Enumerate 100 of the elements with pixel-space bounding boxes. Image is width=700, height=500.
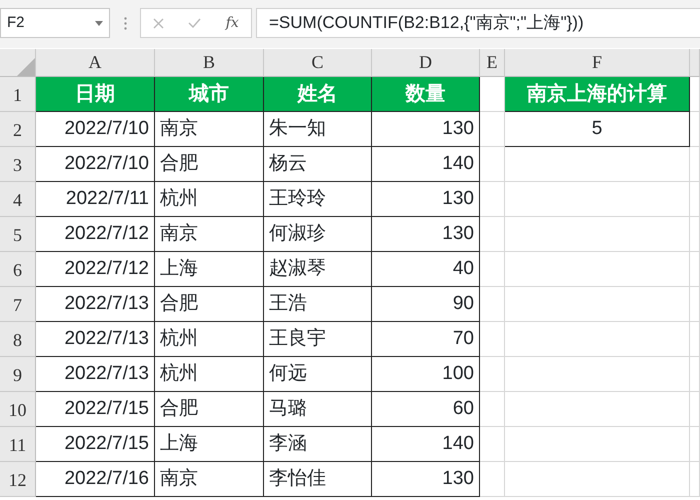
empty-cell[interactable] [505,252,690,287]
table-cell[interactable]: 130 [372,182,480,217]
cancel-icon[interactable] [153,18,164,28]
row-header[interactable]: 7 [0,287,36,322]
empty-cell[interactable] [690,322,700,357]
empty-cell[interactable] [505,392,690,427]
name-box[interactable]: F2 [0,8,110,38]
empty-cell[interactable] [690,252,700,287]
column-header[interactable]: D [372,49,480,77]
empty-cell[interactable] [505,322,690,357]
empty-cell[interactable] [480,357,505,392]
table-cell[interactable]: 南京 [155,462,264,497]
table-cell[interactable]: 王浩 [264,287,372,322]
column-header[interactable]: E [480,49,505,77]
empty-cell[interactable] [505,462,690,497]
table-cell[interactable]: 2022/7/10 [36,147,155,182]
row-header[interactable]: 4 [0,182,36,217]
drag-handle-icon[interactable] [124,16,126,30]
empty-cell[interactable] [505,182,690,217]
empty-cell[interactable] [690,462,700,497]
table-cell[interactable]: 130 [372,462,480,497]
table-cell[interactable]: 2022/7/10 [36,112,155,147]
table-cell[interactable]: 合肥 [155,392,264,427]
insert-function-button[interactable]: fx [226,12,239,34]
table-cell[interactable]: 2022/7/12 [36,252,155,287]
empty-cell[interactable] [480,427,505,462]
row-header[interactable]: 1 [0,77,36,112]
table-cell[interactable]: 60 [372,392,480,427]
empty-cell[interactable] [505,357,690,392]
table-cell[interactable]: 合肥 [155,147,264,182]
row-header[interactable]: 8 [0,322,36,357]
row-header[interactable]: 6 [0,252,36,287]
table-cell[interactable]: 2022/7/13 [36,322,155,357]
formula-field[interactable]: =SUM(COUNTIF(B2:B12,{"南京";"上海"})) [256,8,700,38]
empty-cell[interactable] [480,322,505,357]
table-cell[interactable]: 上海 [155,252,264,287]
empty-cell[interactable] [505,217,690,252]
table-cell[interactable]: 杭州 [155,357,264,392]
table-cell[interactable]: 上海 [155,427,264,462]
empty-cell[interactable] [480,147,505,182]
table-cell[interactable]: 130 [372,217,480,252]
empty-cell[interactable] [480,462,505,497]
check-icon[interactable] [188,18,202,28]
table-cell[interactable]: 5 [505,112,690,147]
empty-cell[interactable] [480,112,505,147]
empty-cell[interactable] [690,182,700,217]
table-cell[interactable]: 90 [372,287,480,322]
empty-cell[interactable] [505,287,690,322]
column-header[interactable]: A [36,49,155,77]
table-cell[interactable]: 马璐 [264,392,372,427]
table-cell[interactable]: 2022/7/13 [36,357,155,392]
table-cell[interactable]: 何远 [264,357,372,392]
empty-cell[interactable] [505,147,690,182]
row-header[interactable]: 12 [0,462,36,497]
table-cell[interactable]: 2022/7/16 [36,462,155,497]
table-cell[interactable]: 2022/7/15 [36,392,155,427]
empty-cell[interactable] [690,392,700,427]
table-cell[interactable]: 合肥 [155,287,264,322]
table-cell[interactable]: 2022/7/15 [36,427,155,462]
row-header[interactable]: 2 [0,112,36,147]
empty-cell[interactable] [690,217,700,252]
table-cell[interactable]: 王玲玲 [264,182,372,217]
dropdown-caret-icon[interactable] [95,20,103,26]
table-cell[interactable]: 100 [372,357,480,392]
table-cell[interactable]: 2022/7/13 [36,287,155,322]
empty-cell[interactable] [690,357,700,392]
column-header[interactable] [690,49,700,77]
row-header[interactable]: 9 [0,357,36,392]
empty-cell[interactable] [690,427,700,462]
table-cell[interactable]: 杨云 [264,147,372,182]
column-header[interactable]: F [505,49,690,77]
table-cell[interactable]: 南京 [155,217,264,252]
column-header[interactable]: C [264,49,372,77]
table-cell[interactable]: 2022/7/11 [36,182,155,217]
table-cell[interactable]: 70 [372,322,480,357]
empty-cell[interactable] [480,287,505,322]
empty-cell[interactable] [690,112,700,147]
empty-cell[interactable] [690,287,700,322]
table-cell[interactable]: 李涵 [264,427,372,462]
empty-cell[interactable] [505,427,690,462]
empty-cell[interactable] [480,252,505,287]
table-cell[interactable]: 杭州 [155,182,264,217]
table-cell[interactable]: 何淑珍 [264,217,372,252]
table-cell[interactable]: 40 [372,252,480,287]
row-header[interactable]: 3 [0,147,36,182]
empty-cell[interactable] [480,217,505,252]
table-cell[interactable]: 2022/7/12 [36,217,155,252]
empty-cell[interactable] [690,147,700,182]
table-cell[interactable]: 朱一知 [264,112,372,147]
row-header[interactable]: 10 [0,392,36,427]
table-cell[interactable]: 130 [372,112,480,147]
table-cell[interactable]: 140 [372,427,480,462]
table-cell[interactable]: 140 [372,147,480,182]
empty-cell[interactable] [480,392,505,427]
column-header[interactable]: B [155,49,264,77]
empty-cell[interactable] [480,182,505,217]
row-header[interactable]: 5 [0,217,36,252]
table-cell[interactable]: 李怡佳 [264,462,372,497]
table-cell[interactable]: 杭州 [155,322,264,357]
table-cell[interactable]: 王良宇 [264,322,372,357]
